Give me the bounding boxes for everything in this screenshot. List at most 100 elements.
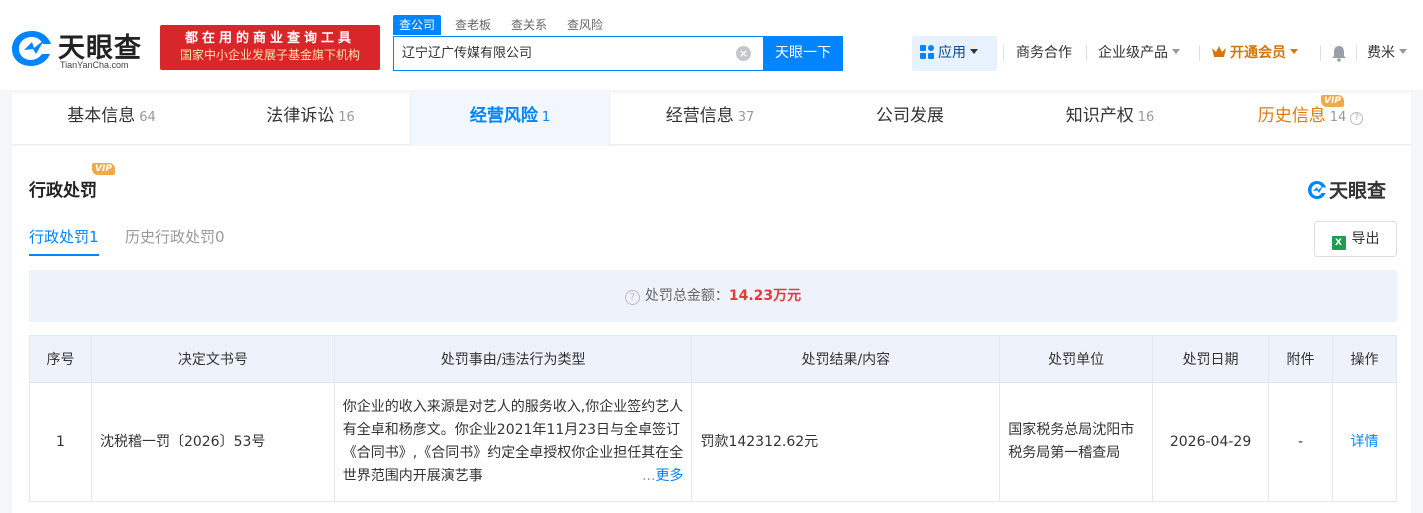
- col-header-reason: 处罚事由/违法行为类型: [333, 335, 693, 383]
- logo-icon: [1308, 181, 1326, 199]
- tab-count: 16: [1137, 110, 1155, 125]
- bell-icon[interactable]: [1331, 45, 1347, 62]
- tab-count: 16: [338, 110, 355, 125]
- col-header-doc-no: 决定文书号: [90, 335, 335, 383]
- summary-amount: 14.23万元: [728, 288, 802, 304]
- export-label: 导出: [1351, 231, 1380, 247]
- search-tab-boss[interactable]: 查老板: [449, 15, 497, 35]
- tab-count: 37: [737, 110, 755, 125]
- banner-line-1: 都在用的商业查询工具: [184, 31, 355, 46]
- col-header-result: 处罚结果/内容: [691, 335, 1001, 383]
- search-tab-company[interactable]: 查公司: [393, 15, 442, 35]
- tab-count: 14: [1329, 110, 1347, 125]
- apps-menu-button[interactable]: 应用: [912, 36, 997, 71]
- vip-badge: VIP: [92, 163, 115, 175]
- admin-penalty-panel: VIP 行政处罚 天眼查 行政处罚1 历史行政处罚0 X 导出 ? 处罚总金额：14…: [12, 146, 1411, 513]
- tab-legal[interactable]: 法律诉讼 16: [211, 93, 410, 145]
- main-tabs: 基本信息 64 法律诉讼 16 经营风险 1 经营信息 37 公司发展 知识产权 16 历…: [12, 93, 1411, 145]
- divider: [1086, 45, 1087, 61]
- top-header: 天眼查 TianYanCha.com 都在用的商业查询工具 国家中小企业发展子基…: [0, 0, 1423, 90]
- subtab-history-penalty[interactable]: 历史行政处罚0: [125, 226, 225, 256]
- tab-label: 知识产权: [1065, 106, 1134, 126]
- logo-subtext: TianYanCha.com: [60, 60, 129, 70]
- nav-membership-label: 开通会员: [1230, 45, 1286, 61]
- export-button[interactable]: X 导出: [1314, 221, 1397, 257]
- cell-attachment: -: [1268, 382, 1333, 502]
- search-input[interactable]: 辽宁辽广传媒有限公司 ×: [393, 36, 763, 71]
- col-header-index: 序号: [29, 335, 92, 383]
- tab-label: 历史信息: [1257, 106, 1326, 126]
- brand-text: 天眼查: [1329, 180, 1387, 202]
- user-name: 费米: [1367, 45, 1395, 61]
- col-header-attachment: 附件: [1268, 335, 1333, 383]
- tab-label: 经营信息: [665, 106, 734, 126]
- section-title: 行政处罚: [29, 181, 97, 201]
- search-button[interactable]: 天眼一下: [763, 36, 843, 71]
- more-link[interactable]: ...更多: [638, 465, 684, 488]
- divider: [1320, 45, 1321, 61]
- nav-business-cooperation[interactable]: 商务合作: [1016, 36, 1072, 71]
- search-tab-relation[interactable]: 查关系: [505, 15, 553, 35]
- user-menu[interactable]: 费米: [1367, 36, 1407, 71]
- cell-authority: 国家税务总局沈阳市税务局第一稽查局: [999, 382, 1154, 502]
- excel-icon: X: [1331, 236, 1346, 250]
- summary-label: 处罚总金额：: [644, 288, 729, 304]
- nav-enterprise-label: 企业级产品: [1098, 45, 1168, 61]
- subtab-label: 历史行政处罚: [125, 228, 216, 246]
- crown-icon: [1212, 46, 1226, 57]
- tab-history[interactable]: 历史信息 14?: [1210, 93, 1411, 145]
- subtab-count: 1: [89, 228, 99, 246]
- divider: [1003, 45, 1004, 61]
- banner-line-2: 国家中小企业发展子基金旗下机构: [179, 48, 360, 62]
- tab-development[interactable]: 公司发展: [810, 93, 1010, 145]
- cell-reason: 你企业的收入来源是对艺人的服务收入,你企业签约艺人有全卓和杨彦文。你企业2021…: [333, 382, 693, 502]
- tab-basic-info[interactable]: 基本信息 64: [12, 93, 211, 145]
- tab-ip[interactable]: 知识产权 16: [1010, 93, 1210, 145]
- help-icon[interactable]: ?: [624, 290, 640, 305]
- logo-icon: [12, 31, 51, 66]
- reason-text: 你企业的收入来源是对艺人的服务收入,你企业签约艺人有全卓和杨彦文。你企业2021…: [342, 399, 684, 484]
- table-header-row: 序号 决定文书号 处罚事由/违法行为类型 处罚结果/内容 处罚单位 处罚日期 附…: [29, 335, 1398, 383]
- details-link[interactable]: 详情: [1331, 382, 1398, 502]
- cell-result: 罚款142312.62元: [691, 382, 1001, 502]
- cell-doc-no: 沈税稽一罚〔2026〕53号: [90, 382, 335, 502]
- divider: [1356, 45, 1357, 61]
- col-header-date: 处罚日期: [1152, 335, 1270, 383]
- logo[interactable]: 天眼查 TianYanCha.com: [10, 24, 155, 74]
- brand-watermark: 天眼查: [1307, 176, 1386, 203]
- chevron-down-icon: [1172, 49, 1180, 54]
- chevron-down-icon: [1290, 49, 1298, 54]
- subtab-count: 0: [215, 228, 225, 246]
- search-type-tabs: 查公司 查老板 查关系 查风险: [393, 15, 617, 35]
- more-label: 更多: [655, 468, 684, 484]
- col-header-authority: 处罚单位: [999, 335, 1154, 383]
- nav-enterprise-products[interactable]: 企业级产品: [1098, 36, 1180, 71]
- help-icon[interactable]: ?: [1350, 112, 1364, 125]
- tab-label: 基本信息: [67, 106, 136, 126]
- table-row: 1 沈税稽一罚〔2026〕53号 你企业的收入来源是对艺人的服务收入,你企业签约…: [29, 382, 1398, 502]
- subtab-label: 行政处罚: [29, 228, 90, 246]
- apps-label: 应用: [938, 45, 966, 61]
- tab-business-info[interactable]: 经营信息 37: [610, 93, 810, 145]
- tab-business-risk[interactable]: 经营风险 1: [410, 93, 610, 145]
- search-tab-risk[interactable]: 查风险: [561, 15, 609, 35]
- cell-index: 1: [29, 382, 92, 502]
- search-input-value[interactable]: 辽宁辽广传媒有限公司: [402, 37, 532, 70]
- vip-badge: VIP: [1321, 95, 1344, 107]
- tab-count: 1: [541, 110, 551, 125]
- divider: [1199, 45, 1200, 61]
- penalty-table: 序号 决定文书号 处罚事由/违法行为类型 处罚结果/内容 处罚单位 处罚日期 附…: [29, 335, 1398, 502]
- col-header-action: 操作: [1331, 335, 1398, 383]
- slogan-banner[interactable]: 都在用的商业查询工具 国家中小企业发展子基金旗下机构: [160, 25, 380, 70]
- tab-label: 公司发展: [876, 106, 944, 126]
- subtab-penalty[interactable]: 行政处罚1: [29, 226, 99, 256]
- nav-membership[interactable]: 开通会员: [1211, 36, 1298, 71]
- chevron-down-icon: [970, 49, 978, 54]
- clear-icon[interactable]: ×: [736, 46, 751, 61]
- chevron-down-icon: [1399, 49, 1407, 54]
- tab-label: 法律诉讼: [266, 106, 335, 126]
- tab-label: 经营风险: [469, 106, 538, 126]
- penalty-summary: ? 处罚总金额：14.23万元: [29, 270, 1397, 322]
- more-ellipsis: ...: [642, 468, 656, 484]
- tab-count: 64: [139, 110, 156, 125]
